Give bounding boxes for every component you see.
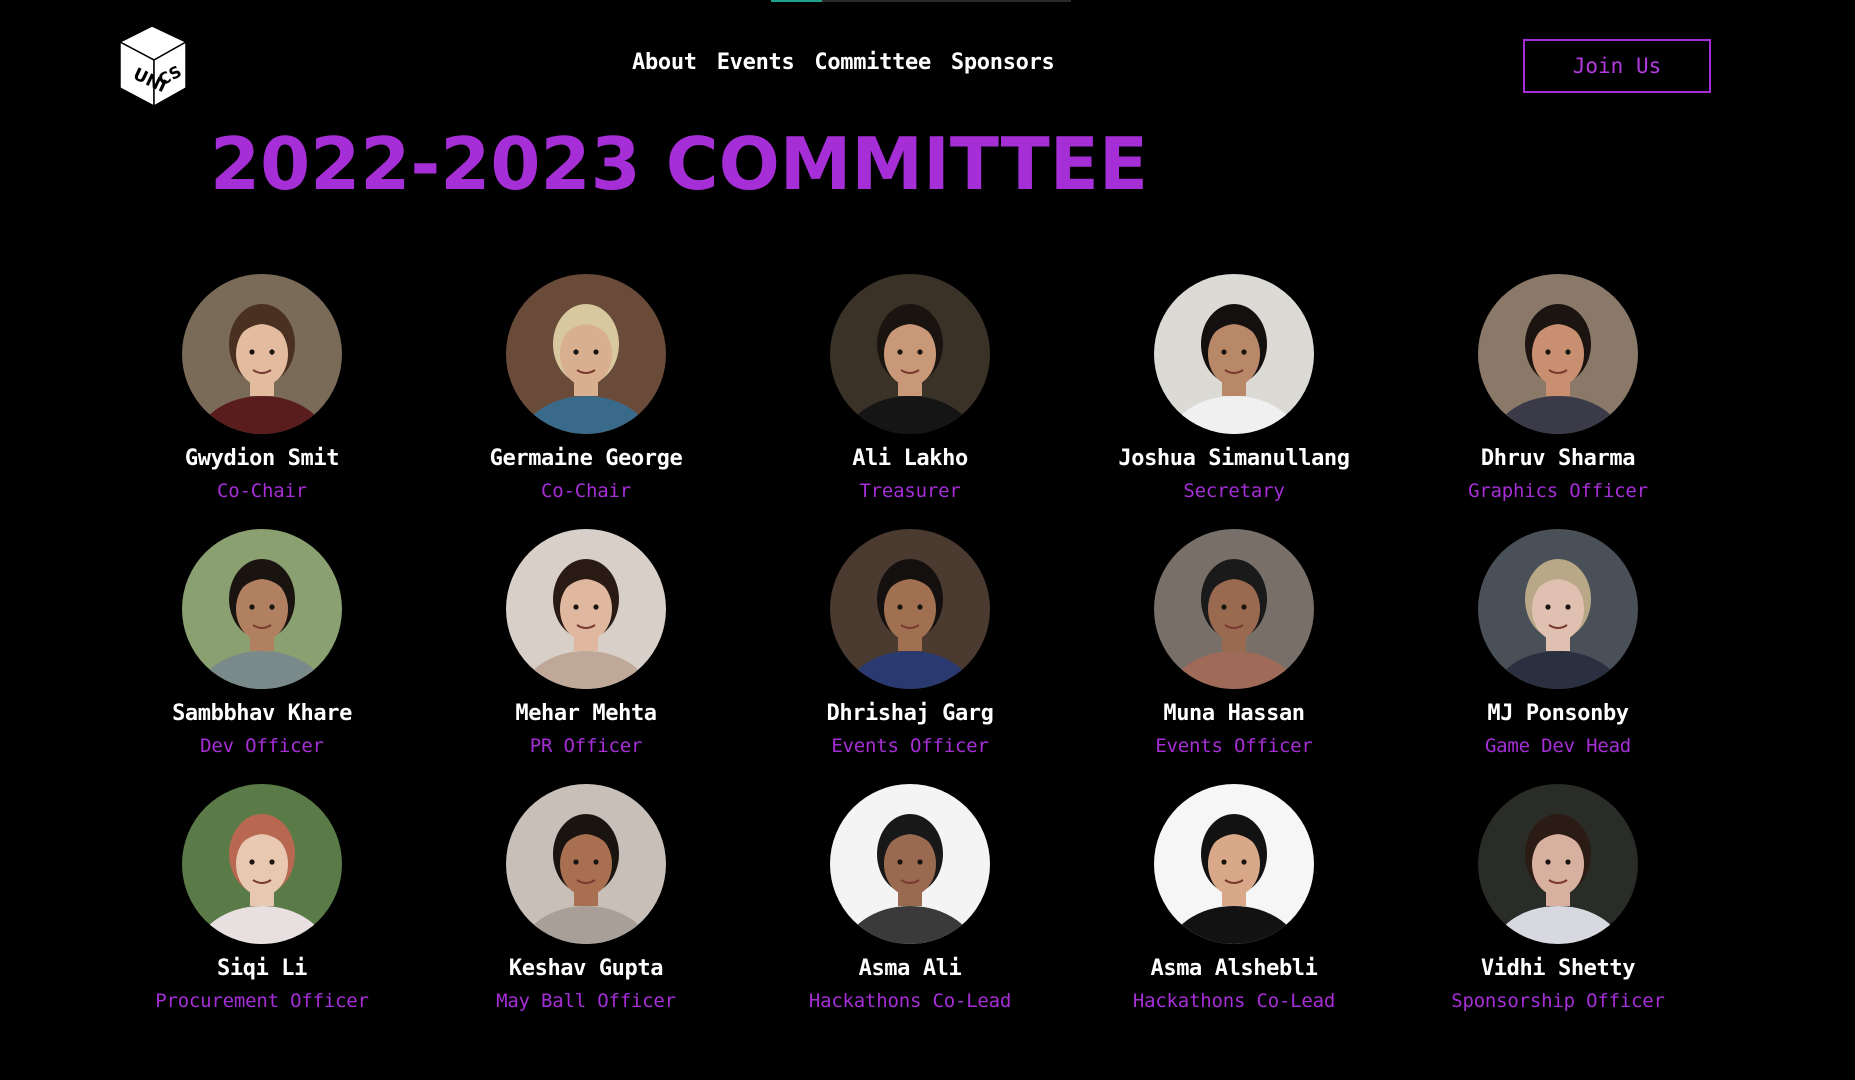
member-name: Dhrishaj Garg [826, 701, 994, 726]
member-photo [1154, 274, 1314, 434]
member-name: Asma Alshebli [1150, 956, 1318, 981]
member-name: Vidhi Shetty [1480, 956, 1636, 981]
scroll-progress-bar [771, 0, 1071, 2]
member-photo [506, 274, 666, 434]
member-photo [1478, 529, 1638, 689]
committee-page: UNI CS About Events Committee Sponsors J… [0, 0, 1855, 1080]
scroll-progress-fill [771, 0, 822, 2]
main-nav: About Events Committee Sponsors [632, 50, 1055, 75]
member-role: Secretary [1183, 480, 1285, 502]
member-photo [1154, 784, 1314, 944]
member-name: Sambbhav Khare [172, 701, 352, 726]
nav-about-link[interactable]: About [632, 50, 697, 75]
member-photo [182, 529, 342, 689]
member-name: Asma Ali [858, 956, 962, 981]
member-photo [1478, 274, 1638, 434]
member-role: Co-Chair [541, 480, 631, 502]
member-name: Germaine George [489, 446, 683, 471]
member-role: May Ball Officer [496, 990, 676, 1012]
committee-member-card: Germaine George Co-Chair [451, 274, 721, 529]
member-name: MJ Ponsonby [1487, 701, 1629, 726]
member-role: Dev Officer [200, 735, 324, 757]
member-role: PR Officer [529, 735, 643, 757]
member-photo [506, 784, 666, 944]
member-photo [1478, 784, 1638, 944]
committee-member-card: Asma Alshebli Hackathons Co-Lead [1099, 784, 1369, 1039]
committee-member-card: Siqi Li Procurement Officer [127, 784, 397, 1039]
member-role: Co-Chair [217, 480, 307, 502]
member-name: Keshav Gupta [508, 956, 664, 981]
member-role: Events Officer [831, 735, 989, 757]
member-role: Sponsorship Officer [1451, 990, 1665, 1012]
committee-member-card: Vidhi Shetty Sponsorship Officer [1423, 784, 1693, 1039]
unics-logo-icon[interactable]: UNI CS [112, 20, 192, 112]
member-photo [830, 529, 990, 689]
member-role: Graphics Officer [1468, 480, 1648, 502]
committee-member-card: Dhruv Sharma Graphics Officer [1423, 274, 1693, 529]
member-role: Hackathons Co-Lead [1132, 990, 1336, 1012]
member-name: Ali Lakho [852, 446, 968, 471]
member-name: Gwydion Smit [184, 446, 340, 471]
member-role: Treasurer [859, 480, 961, 502]
nav-committee-link[interactable]: Committee [814, 50, 931, 75]
committee-member-card: Sambbhav Khare Dev Officer [127, 529, 397, 784]
committee-member-card: Keshav Gupta May Ball Officer [451, 784, 721, 1039]
member-role: Events Officer [1155, 735, 1313, 757]
committee-member-card: Joshua Simanullang Secretary [1099, 274, 1369, 529]
member-role: Game Dev Head [1484, 735, 1632, 757]
member-photo [182, 784, 342, 944]
member-photo [830, 274, 990, 434]
member-name: Mehar Mehta [515, 701, 657, 726]
committee-member-card: Asma Ali Hackathons Co-Lead [775, 784, 1045, 1039]
committee-member-card: Gwydion Smit Co-Chair [127, 274, 397, 529]
committee-member-card: Mehar Mehta PR Officer [451, 529, 721, 784]
member-name: Dhruv Sharma [1480, 446, 1636, 471]
page-title: 2022-2023 COMMITTEE [210, 122, 1149, 206]
member-role: Procurement Officer [155, 990, 369, 1012]
member-photo [1154, 529, 1314, 689]
member-photo [506, 529, 666, 689]
committee-member-card: Muna Hassan Events Officer [1099, 529, 1369, 784]
committee-member-card: Ali Lakho Treasurer [775, 274, 1045, 529]
member-photo [182, 274, 342, 434]
committee-grid: Gwydion Smit Co-Chair Germaine George Co-Ch… [127, 274, 1693, 1039]
member-name: Joshua Simanullang [1118, 446, 1350, 471]
member-name: Siqi Li [217, 956, 307, 981]
member-name: Muna Hassan [1163, 701, 1305, 726]
member-role: Hackathons Co-Lead [808, 990, 1012, 1012]
committee-member-card: MJ Ponsonby Game Dev Head [1423, 529, 1693, 784]
member-photo [830, 784, 990, 944]
nav-events-link[interactable]: Events [717, 50, 795, 75]
nav-sponsors-link[interactable]: Sponsors [951, 50, 1055, 75]
join-us-button[interactable]: Join Us [1523, 39, 1711, 93]
committee-member-card: Dhrishaj Garg Events Officer [775, 529, 1045, 784]
